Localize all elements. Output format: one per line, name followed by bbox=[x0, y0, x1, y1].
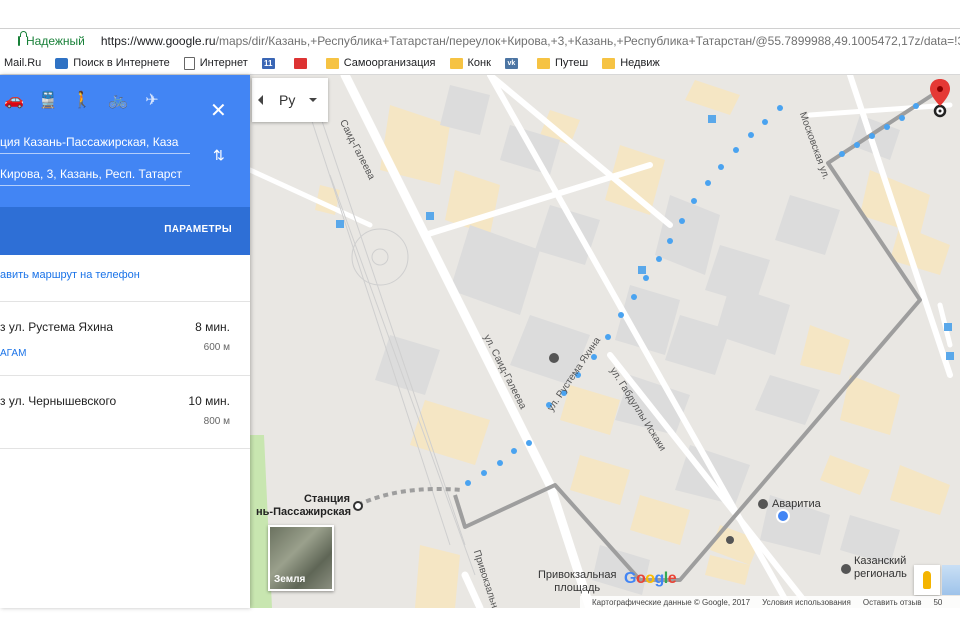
map-canvas[interactable]: Ру Саид-Галеева ул. Саид-Галеева ул. Рус… bbox=[250, 75, 960, 608]
bookmark-label: Недвиж bbox=[620, 57, 660, 69]
scale-label: 50 bbox=[933, 597, 943, 607]
map-language-control[interactable]: Ру bbox=[252, 78, 328, 122]
route-distance: 600 м bbox=[203, 342, 230, 353]
station-label-line2: нь-Пассажирская bbox=[256, 506, 352, 518]
collapse-panel-icon[interactable] bbox=[258, 95, 263, 105]
folder-icon bbox=[325, 57, 339, 69]
terms-link[interactable]: Условия использования bbox=[762, 598, 851, 607]
satellite-toggle-label: Земля bbox=[274, 574, 306, 585]
bookmark-search[interactable]: Поиск в Интернете bbox=[55, 57, 170, 69]
transit-icon[interactable]: 🚆 bbox=[38, 91, 58, 111]
page-icon bbox=[183, 56, 195, 70]
bookmark-samoorganizatsiya[interactable]: Самоорганизация bbox=[325, 57, 436, 69]
bookmark-label: Конк bbox=[467, 57, 491, 69]
bookmarks-bar: Mail.Ru Поиск в Интернете Интернет 11 Са… bbox=[0, 52, 960, 75]
options-bar: ПАРАМЕТРЫ bbox=[0, 207, 250, 255]
bookmark-11[interactable]: 11 bbox=[261, 57, 280, 69]
bookmark-label: Поиск в Интернете bbox=[73, 57, 170, 69]
walk-icon[interactable]: 🚶 bbox=[72, 91, 92, 111]
route-distance: 800 м bbox=[203, 416, 230, 427]
feedback-link[interactable]: Оставить отзыв bbox=[863, 598, 922, 607]
origin-marker[interactable] bbox=[353, 501, 363, 511]
travel-mode-bar: 🚗 🚆 🚶 🚲 ✈ ✕ bbox=[0, 87, 250, 121]
directions-header: 🚗 🚆 🚶 🚲 ✈ ✕ ция Казань-Пассажирская, Каз… bbox=[0, 75, 250, 255]
divider bbox=[0, 448, 250, 449]
close-icon[interactable]: ✕ bbox=[210, 101, 227, 121]
route-via: з ул. Рустема Яхина bbox=[0, 320, 114, 334]
flight-icon[interactable]: ✈ bbox=[142, 91, 162, 111]
swap-icon[interactable]: ⇅ bbox=[213, 147, 225, 164]
map-copyright: Картографические данные © Google, 2017 bbox=[592, 597, 751, 607]
destination-pin[interactable] bbox=[930, 79, 950, 106]
bookmark-label: Mail.Ru bbox=[4, 57, 42, 69]
send-to-phone-link[interactable]: авить маршрут на телефон bbox=[0, 269, 140, 281]
folder-icon bbox=[602, 57, 616, 69]
route-time: 8 мин. bbox=[195, 320, 230, 334]
bookmark-konk[interactable]: Конк bbox=[449, 57, 491, 69]
red-icon bbox=[293, 57, 307, 69]
bookmark-nedvizh[interactable]: Недвиж bbox=[602, 57, 660, 69]
route-details-link[interactable]: АГАМ bbox=[0, 348, 26, 359]
poi-label-kazansky-line1: Казанский bbox=[854, 555, 907, 567]
url-host[interactable]: https://www.google.ru bbox=[101, 34, 216, 48]
car-icon[interactable]: 🚗 bbox=[4, 91, 24, 111]
bookmark-label: Самоорганизация bbox=[343, 57, 436, 69]
poi-label-kazansky-line2: региональ bbox=[854, 568, 907, 580]
destination-marker-center bbox=[938, 109, 942, 113]
station-label-line1: Станция bbox=[303, 493, 350, 505]
bookmark-label: Интернет bbox=[199, 57, 248, 69]
poi-label-privokzalnaya-square: Привокзальная площадь bbox=[538, 569, 616, 595]
badge-icon: 11 bbox=[261, 57, 275, 69]
origin-input[interactable]: ция Казань-Пассажирская, Каза bbox=[0, 131, 190, 154]
bicycle-icon[interactable]: 🚲 bbox=[108, 91, 128, 111]
directions-panel: 🚗 🚆 🚶 🚲 ✈ ✕ ция Казань-Пассажирская, Каз… bbox=[0, 75, 250, 608]
bookmark-mailru[interactable]: Mail.Ru bbox=[4, 57, 41, 69]
my-location-dot[interactable] bbox=[776, 509, 790, 523]
bookmark-internet[interactable]: Интернет bbox=[183, 56, 248, 70]
route-time: 10 мин. bbox=[188, 394, 230, 408]
lock-icon bbox=[18, 31, 27, 46]
search-icon bbox=[55, 57, 69, 69]
imagery-thumbnail[interactable] bbox=[942, 565, 960, 595]
poi-label-square-line2: площадь bbox=[554, 582, 601, 594]
secure-label: Надежный bbox=[26, 34, 85, 48]
address-bar[interactable]: Надежный https://www.google.ru /maps/dir… bbox=[0, 28, 960, 54]
url-path[interactable]: /maps/dir/Казань,+Республика+Татарстан/п… bbox=[216, 34, 960, 48]
satellite-toggle[interactable]: Земля bbox=[268, 525, 334, 591]
map-language-value: Ру bbox=[279, 92, 296, 108]
bookmark-vk[interactable]: vk bbox=[504, 57, 523, 69]
route-via: з ул. Чернышевского bbox=[0, 394, 117, 408]
folder-icon bbox=[449, 57, 463, 69]
bookmark-red[interactable] bbox=[293, 57, 312, 69]
folder-icon bbox=[536, 57, 550, 69]
route-option-2[interactable]: з ул. Чернышевского 10 мин. 800 м bbox=[0, 376, 250, 450]
google-logo: Google bbox=[624, 570, 677, 587]
bookmark-label: Путеш bbox=[554, 57, 589, 69]
destination-pin-dot bbox=[937, 86, 943, 92]
options-button[interactable]: ПАРАМЕТРЫ bbox=[164, 224, 232, 235]
poi-label-square-line1: Привокзальная bbox=[538, 569, 617, 581]
vk-icon: vk bbox=[504, 57, 518, 69]
map-footer: Картографические данные © Google, 2017 У… bbox=[580, 596, 960, 608]
chevron-down-icon[interactable] bbox=[309, 98, 318, 102]
poi-label-kazansky[interactable]: Казанский региональ bbox=[854, 555, 907, 581]
street-view-pegman-icon[interactable] bbox=[914, 565, 940, 595]
station-label[interactable]: Станция нь-Пассажирская bbox=[256, 493, 352, 519]
route-option-1[interactable]: з ул. Рустема Яхина 8 мин. 600 м АГАМ bbox=[0, 302, 250, 376]
bookmark-putesh[interactable]: Путеш bbox=[536, 57, 589, 69]
destination-input[interactable]: Кирова, 3, Казань, Респ. Татарст bbox=[0, 163, 190, 186]
poi-label-avaritia[interactable]: Аваритиа bbox=[772, 498, 821, 510]
